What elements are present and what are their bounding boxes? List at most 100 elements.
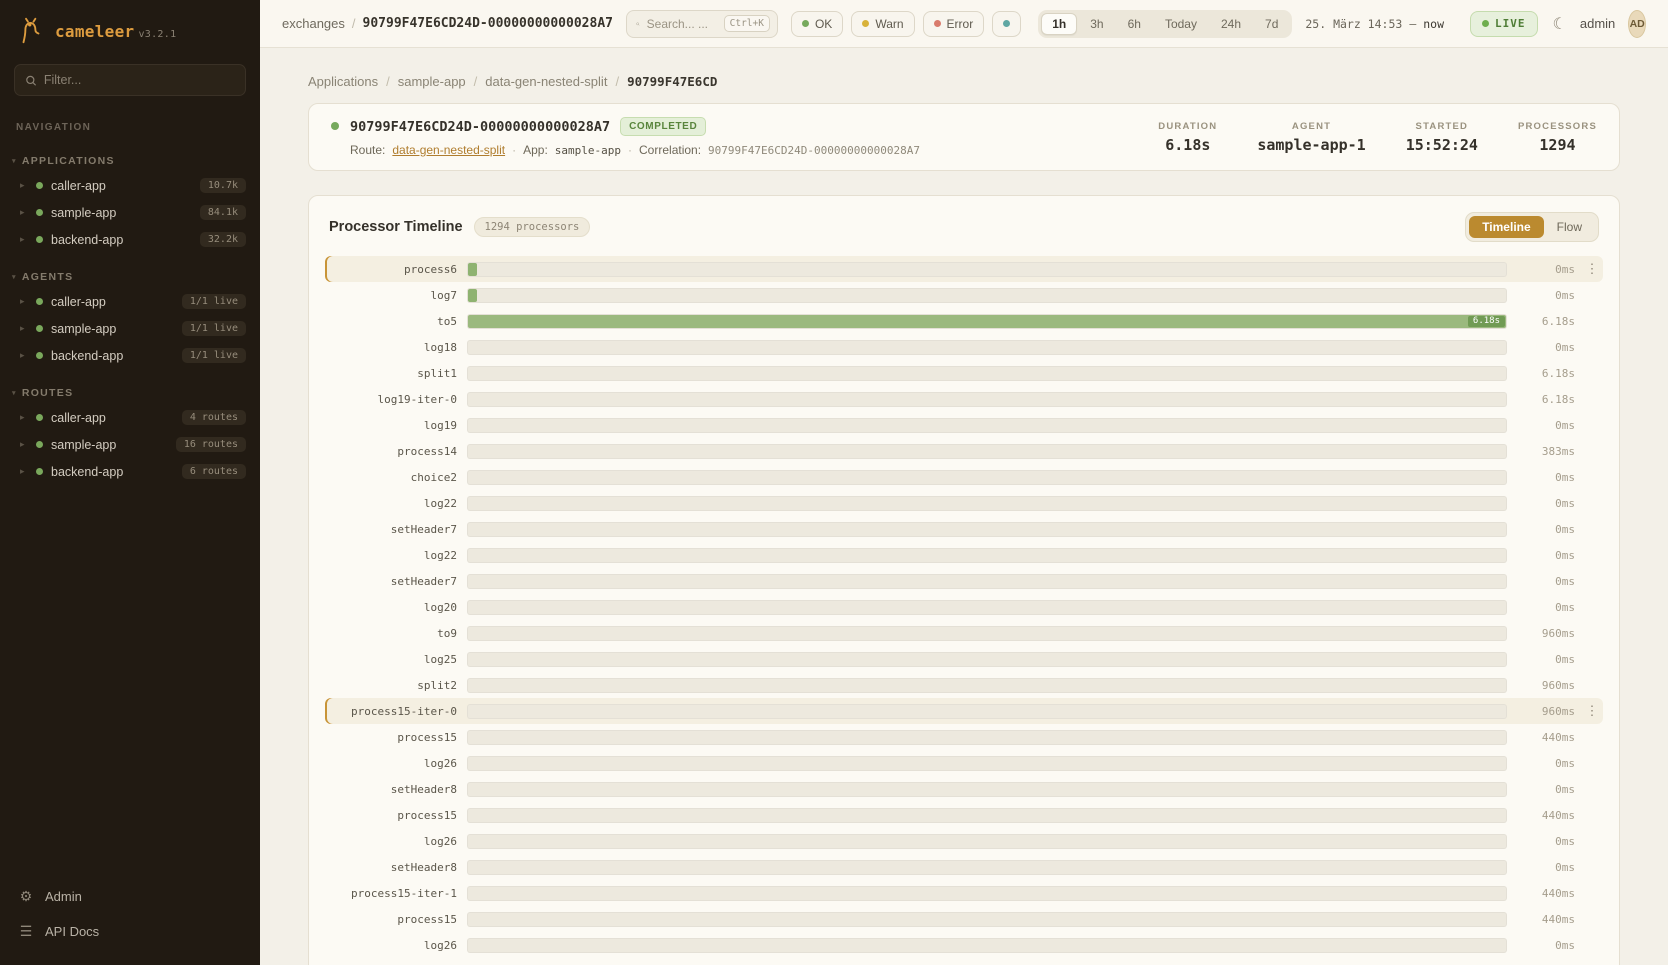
expand-caret-icon[interactable]	[20, 350, 28, 361]
timeline-row[interactable]: setHeader7 0ms ⋮	[325, 568, 1603, 594]
timeline-row[interactable]: setHeader7 0ms ⋮	[325, 516, 1603, 542]
timeline-row[interactable]: to9 960ms ⋮	[325, 620, 1603, 646]
time-range-button[interactable]: 24h	[1210, 13, 1252, 35]
sidebar-filter-input[interactable]	[44, 73, 235, 87]
timeline-row[interactable]: choice2 0ms ⋮	[325, 464, 1603, 490]
search-box[interactable]: Ctrl+K	[626, 10, 778, 38]
section-title-agents[interactable]: AGENTS	[0, 267, 260, 288]
app-logo: cameleerv3.2.1	[0, 0, 260, 58]
search-shortcut-badge: Ctrl+K	[724, 15, 770, 32]
time-range-label: 3h	[1090, 17, 1103, 31]
date-to: now	[1423, 17, 1444, 31]
time-range-button[interactable]: 7d	[1254, 13, 1289, 35]
route-link[interactable]: data-gen-nested-split	[392, 143, 505, 157]
timeline-row[interactable]: log22 0ms ⋮	[325, 490, 1603, 516]
section-title-applications[interactable]: APPLICATIONS	[0, 151, 260, 172]
sidebar-item-api-docs[interactable]: ☰ API Docs	[0, 914, 260, 949]
breadcrumb-applications[interactable]: Applications	[308, 74, 378, 89]
sidebar-item[interactable]: caller-app 4 routes	[0, 404, 260, 431]
status-filter-pill[interactable]: Warn	[851, 11, 914, 37]
exchange-stats: DURATION 6.18s AGENT sample-app-1 STARTE…	[1158, 121, 1597, 154]
timeline-row[interactable]: log25 0ms ⋮	[325, 646, 1603, 672]
live-toggle[interactable]: LIVE	[1470, 11, 1538, 37]
app-version: v3.2.1	[138, 29, 176, 40]
timeline-row[interactable]: split1 6.18s ⋮	[325, 360, 1603, 386]
kebab-menu-icon[interactable]: ⋮	[1585, 261, 1599, 277]
timeline-row[interactable]: process15-iter-0 960ms ⋮	[325, 698, 1603, 724]
timeline-row[interactable]: process15 440ms ⋮	[325, 906, 1603, 932]
stat-value: 6.18s	[1158, 136, 1217, 154]
stat-value: 15:52:24	[1406, 136, 1478, 154]
expand-caret-icon[interactable]	[20, 180, 28, 191]
timeline-row[interactable]: log22 0ms ⋮	[325, 542, 1603, 568]
date-range[interactable]: 25. März 14:53 — now	[1305, 17, 1444, 31]
timeline-row[interactable]: log20 0ms ⋮	[325, 594, 1603, 620]
timeline-bar-track	[467, 392, 1507, 407]
breadcrumb-sample-app[interactable]: sample-app	[398, 74, 466, 89]
timeline-row[interactable]: log26 0ms ⋮	[325, 828, 1603, 854]
sidebar-item[interactable]: backend-app 6 routes	[0, 458, 260, 485]
breadcrumb-route[interactable]: data-gen-nested-split	[485, 74, 607, 89]
time-range-button[interactable]: 3h	[1079, 13, 1114, 35]
timeline-row[interactable]: log19 0ms ⋮	[325, 412, 1603, 438]
timeline-bar-track	[467, 626, 1507, 641]
row-duration: 440ms	[1517, 887, 1575, 900]
status-filter-pill[interactable]: OK	[791, 11, 843, 37]
user-avatar[interactable]: AD	[1628, 10, 1646, 38]
flow-view-button[interactable]: Flow	[1544, 216, 1595, 238]
timeline-row[interactable]: setHeader8 0ms ⋮	[325, 854, 1603, 880]
time-range-button[interactable]: 1h	[1041, 13, 1077, 35]
section-title-routes[interactable]: ROUTES	[0, 383, 260, 404]
sidebar-item[interactable]: backend-app 1/1 live	[0, 342, 260, 369]
timeline-row[interactable]: setHeader8 0ms ⋮	[325, 776, 1603, 802]
expand-caret-icon[interactable]	[20, 234, 28, 245]
expand-caret-icon[interactable]	[20, 439, 28, 450]
expand-caret-icon[interactable]	[20, 412, 28, 423]
stat: STARTED 15:52:24	[1406, 121, 1478, 154]
sidebar-item-admin[interactable]: ⚙ Admin	[0, 879, 260, 914]
status-filter-label: OK	[815, 17, 832, 31]
breadcrumb-exchanges[interactable]: exchanges	[282, 16, 345, 31]
top-bar: exchanges / 90799F47E6CD24D-000000000000…	[260, 0, 1668, 48]
status-dot-icon	[802, 20, 809, 27]
status-filter-pill[interactable]: Error	[923, 11, 985, 37]
expand-caret-icon[interactable]	[20, 466, 28, 477]
status-filter-pill[interactable]	[992, 11, 1021, 37]
timeline-row[interactable]: log18 0ms ⋮	[325, 334, 1603, 360]
time-range-button[interactable]: 6h	[1117, 13, 1152, 35]
kebab-menu-icon[interactable]: ⋮	[1585, 703, 1599, 719]
sidebar-item[interactable]: sample-app 1/1 live	[0, 315, 260, 342]
timeline-bar-track	[467, 340, 1507, 355]
timeline-row[interactable]: log19-iter-0 6.18s ⋮	[325, 386, 1603, 412]
sidebar-item[interactable]: backend-app 32.2k	[0, 226, 260, 253]
timeline-row[interactable]: split2 960ms ⋮	[325, 672, 1603, 698]
search-input[interactable]	[647, 17, 717, 31]
timeline-row[interactable]: process14 383ms ⋮	[325, 438, 1603, 464]
timeline-row[interactable]: process15 440ms ⋮	[325, 802, 1603, 828]
app-label: App:	[523, 143, 548, 157]
expand-caret-icon[interactable]	[20, 207, 28, 218]
timeline-bar-fill	[468, 289, 477, 302]
admin-label: Admin	[45, 889, 82, 904]
dark-mode-toggle[interactable]: ☾	[1553, 14, 1567, 34]
expand-caret-icon[interactable]	[20, 323, 28, 334]
sidebar-item[interactable]: sample-app 84.1k	[0, 199, 260, 226]
exchange-status-dot-icon	[331, 122, 339, 130]
timeline-row[interactable]: process6 0ms ⋮	[325, 256, 1603, 282]
time-range-button[interactable]: Today	[1154, 13, 1208, 35]
sidebar-item[interactable]: sample-app 16 routes	[0, 431, 260, 458]
timeline-bar-track: 6.18s	[467, 314, 1507, 329]
timeline-bar-track	[467, 912, 1507, 927]
timeline-row[interactable]: log26 0ms ⋮	[325, 932, 1603, 958]
timeline-row[interactable]: process15-iter-1 440ms ⋮	[325, 880, 1603, 906]
expand-caret-icon[interactable]	[20, 296, 28, 307]
view-toggle: Timeline Flow	[1465, 212, 1599, 242]
timeline-view-button[interactable]: Timeline	[1469, 216, 1543, 238]
timeline-row[interactable]: log7 0ms ⋮	[325, 282, 1603, 308]
sidebar-item-label: sample-app	[51, 206, 116, 220]
sidebar-item[interactable]: caller-app 1/1 live	[0, 288, 260, 315]
timeline-row[interactable]: log26 0ms ⋮	[325, 750, 1603, 776]
sidebar-item[interactable]: caller-app 10.7k	[0, 172, 260, 199]
timeline-row[interactable]: to5 6.18s 6.18s ⋮	[325, 308, 1603, 334]
timeline-row[interactable]: process15 440ms ⋮	[325, 724, 1603, 750]
